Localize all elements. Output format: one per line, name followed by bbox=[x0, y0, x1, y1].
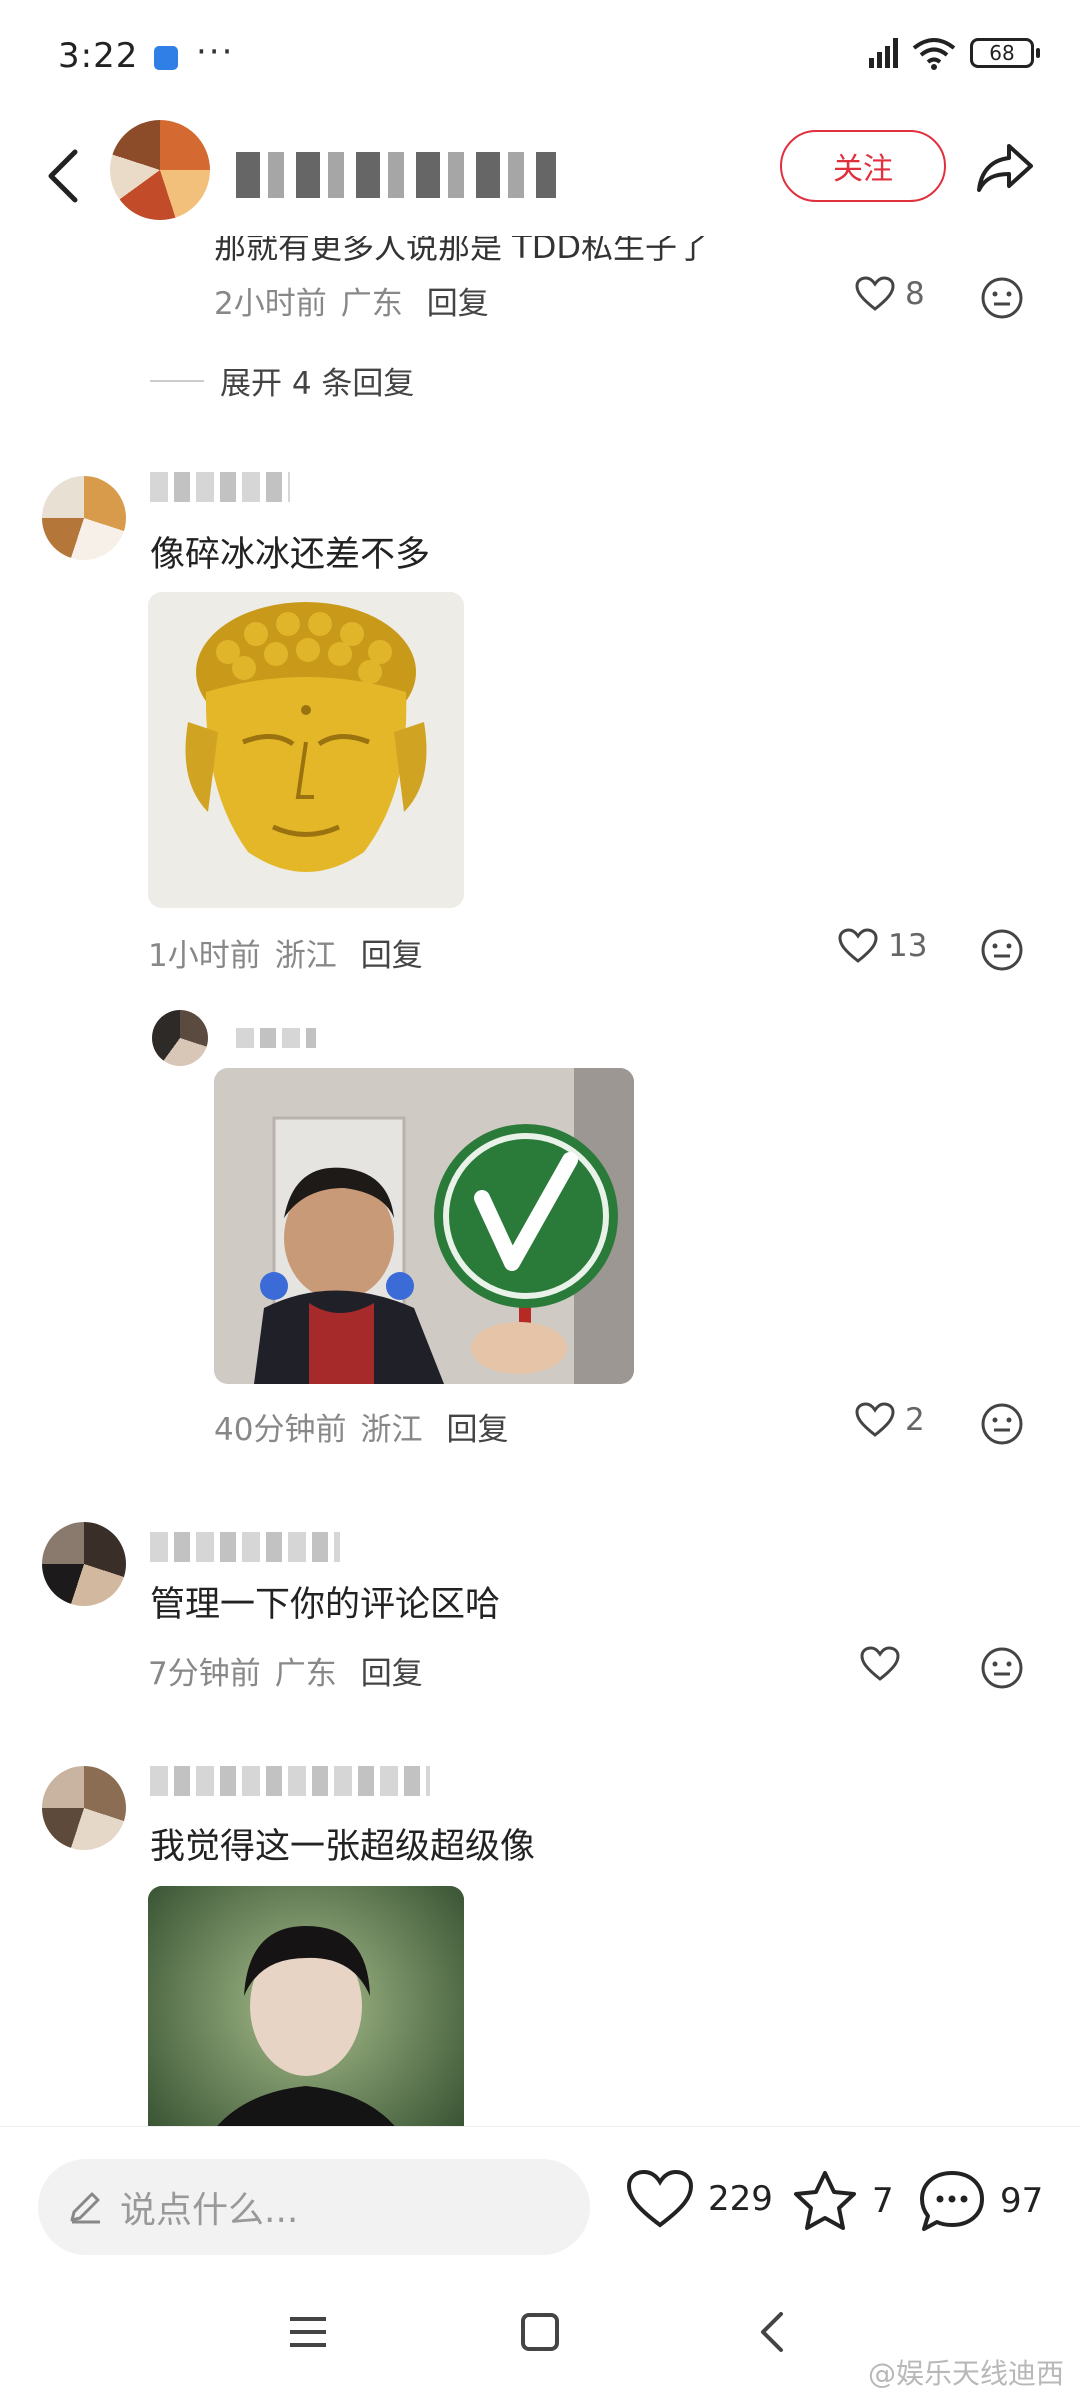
status-bar: 3:22 ··· 68 bbox=[0, 0, 1080, 116]
nav-back-icon bbox=[761, 2312, 783, 2352]
home-square-icon bbox=[521, 2313, 559, 2351]
replier-name-redacted[interactable] bbox=[236, 1028, 316, 1048]
favorite-post-button[interactable]: 7 bbox=[792, 2169, 894, 2233]
expand-replies-label: 展开 4 条回复 bbox=[220, 366, 415, 402]
comment-meta: 1小时前 浙江 回复 bbox=[148, 930, 423, 975]
emoji-icon[interactable] bbox=[980, 1402, 1024, 1446]
emoji-icon[interactable] bbox=[980, 276, 1024, 320]
reply-time: 2小时前 bbox=[214, 286, 327, 322]
back-arrow-icon bbox=[48, 149, 78, 203]
reply-like-button[interactable]: 8 bbox=[855, 276, 925, 312]
commenter-avatar[interactable] bbox=[42, 476, 126, 560]
post-header: 关注 bbox=[0, 116, 1080, 236]
expand-replies-button[interactable]: 展开 4 条回复 bbox=[150, 358, 414, 403]
home-button[interactable] bbox=[510, 2302, 570, 2362]
heart-icon bbox=[855, 276, 895, 311]
comment-time: 7分钟前 bbox=[148, 1656, 261, 1692]
heart-icon bbox=[860, 1646, 900, 1681]
comment-meta: 7分钟前 广东 回复 bbox=[148, 1648, 423, 1693]
reply-location: 浙江 bbox=[360, 1412, 423, 1448]
comment-image-portrait[interactable] bbox=[148, 1886, 464, 2126]
replier-avatar[interactable] bbox=[152, 1010, 208, 1066]
comment-text: 像碎冰冰还差不多 bbox=[150, 535, 431, 575]
share-button[interactable] bbox=[970, 136, 1040, 200]
battery-indicator: 68 bbox=[970, 38, 1040, 68]
comment-input-placeholder: 说点什么... bbox=[120, 2190, 299, 2231]
system-navigation-bar: @娱乐天线迪西 bbox=[0, 2272, 1080, 2400]
reply-time: 40分钟前 bbox=[214, 1412, 347, 1448]
watermark: @娱乐天线迪西 bbox=[867, 2357, 1064, 2390]
comment-input[interactable]: 说点什么... bbox=[38, 2159, 590, 2255]
status-time: 3:22 bbox=[58, 36, 139, 76]
star-icon bbox=[794, 2171, 856, 2230]
reply-like-count: 2 bbox=[905, 1402, 925, 1438]
commenter-name-redacted[interactable] bbox=[150, 1532, 340, 1562]
reply-meta: 2小时前 广东 回复 bbox=[214, 278, 489, 323]
more-notifications-icon: ··· bbox=[196, 32, 235, 72]
heart-icon bbox=[626, 2169, 694, 2228]
reply-location: 广东 bbox=[340, 286, 403, 322]
comment-location: 广东 bbox=[274, 1656, 337, 1692]
signal-icon bbox=[869, 38, 898, 68]
like-post-button[interactable]: 229 bbox=[626, 2169, 773, 2229]
author-name-redacted[interactable] bbox=[236, 152, 556, 198]
comment-text: 管理一下你的评论区哈 bbox=[150, 1585, 501, 1625]
reply-like-count: 8 bbox=[905, 276, 925, 312]
comment-location: 浙江 bbox=[274, 938, 337, 974]
emoji-icon[interactable] bbox=[980, 1646, 1024, 1690]
comment-image-golden-buddha[interactable] bbox=[148, 592, 464, 908]
recent-apps-button[interactable] bbox=[278, 2302, 338, 2362]
reply-button[interactable]: 回复 bbox=[446, 1404, 508, 1449]
reply-button[interactable]: 回复 bbox=[361, 930, 423, 975]
commenter-avatar[interactable] bbox=[42, 1522, 126, 1606]
comment-text: 我觉得这一张超级超级像 bbox=[150, 1827, 536, 1867]
notification-app-icon bbox=[154, 46, 178, 70]
expand-divider bbox=[150, 379, 204, 382]
person-holding-checkmark-sign bbox=[214, 1068, 634, 1384]
comment-time: 1小时前 bbox=[148, 938, 261, 974]
menu-icon bbox=[290, 2317, 326, 2347]
pencil-icon bbox=[70, 2192, 100, 2224]
heart-icon bbox=[855, 1402, 895, 1437]
post-like-count: 229 bbox=[708, 2179, 773, 2219]
commenter-name-redacted[interactable] bbox=[150, 1766, 430, 1796]
wifi-icon bbox=[912, 38, 956, 70]
system-back-button[interactable] bbox=[742, 2302, 802, 2362]
reply-button[interactable]: 回复 bbox=[427, 278, 489, 323]
bottom-action-bar: 说点什么... 229 7 97 bbox=[0, 2126, 1080, 2272]
chat-bubble-icon bbox=[920, 2171, 984, 2231]
author-avatar[interactable] bbox=[110, 120, 210, 220]
reply-image-checkmark-sign[interactable] bbox=[214, 1068, 634, 1384]
post-favorite-count: 7 bbox=[872, 2181, 894, 2221]
reply-meta: 40分钟前 浙江 回复 bbox=[214, 1404, 508, 1449]
golden-buddha-figure bbox=[148, 592, 464, 908]
post-comment-count: 97 bbox=[1000, 2181, 1044, 2221]
comment-like-button[interactable]: 13 bbox=[838, 928, 927, 964]
reply-text-partial: 那就有更多人说那是 TDD私生子了 bbox=[214, 236, 710, 266]
comment-like-button[interactable] bbox=[860, 1646, 910, 1682]
emoji-icon[interactable] bbox=[980, 928, 1024, 972]
commenter-avatar[interactable] bbox=[42, 1766, 126, 1850]
heart-icon bbox=[838, 928, 878, 963]
back-button[interactable] bbox=[28, 136, 98, 216]
portrait-photo bbox=[148, 1886, 464, 2126]
reply-button[interactable]: 回复 bbox=[361, 1648, 423, 1693]
comment-like-count: 13 bbox=[888, 928, 928, 964]
comments-post-button[interactable]: 97 bbox=[918, 2169, 1043, 2233]
commenter-name-redacted[interactable] bbox=[150, 472, 290, 502]
reply-like-button[interactable]: 2 bbox=[855, 1402, 925, 1438]
comment-list[interactable]: 那就有更多人说那是 TDD私生子了 2小时前 广东 回复 8 展开 4 条回复 … bbox=[0, 236, 1080, 2126]
follow-button[interactable]: 关注 bbox=[780, 130, 946, 202]
share-icon bbox=[977, 144, 1033, 192]
